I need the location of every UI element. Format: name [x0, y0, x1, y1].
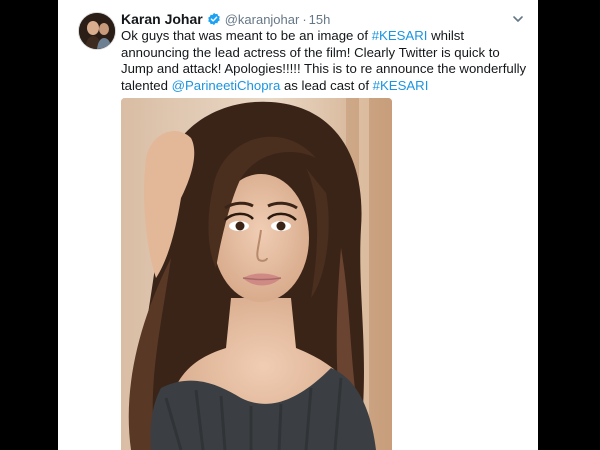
tweet-text: Ok guys that was meant to be an image of…: [121, 28, 531, 94]
hashtag-link[interactable]: #KESARI: [372, 28, 428, 43]
chevron-down-icon[interactable]: [512, 12, 524, 24]
tweet-text-part: Ok guys that was meant to be an image of: [121, 28, 372, 43]
avatar[interactable]: [78, 12, 116, 50]
tweet-timestamp[interactable]: 15h: [309, 12, 331, 27]
hashtag-link[interactable]: #KESARI: [373, 78, 429, 93]
author-handle[interactable]: @karanjohar: [225, 12, 300, 27]
author-display-name[interactable]: Karan Johar: [121, 11, 203, 27]
meta-separator: ·: [302, 11, 307, 27]
tweet-photo[interactable]: [121, 98, 392, 450]
mention-link[interactable]: @ParineetiChopra: [172, 78, 281, 93]
verified-badge-icon: [207, 12, 221, 26]
tweet-header: Karan Johar @karanjohar · 15h: [121, 10, 330, 28]
tweet-card: Karan Johar @karanjohar · 15h Ok guys th…: [58, 0, 538, 450]
tweet-text-part: as lead cast of: [280, 77, 373, 93]
